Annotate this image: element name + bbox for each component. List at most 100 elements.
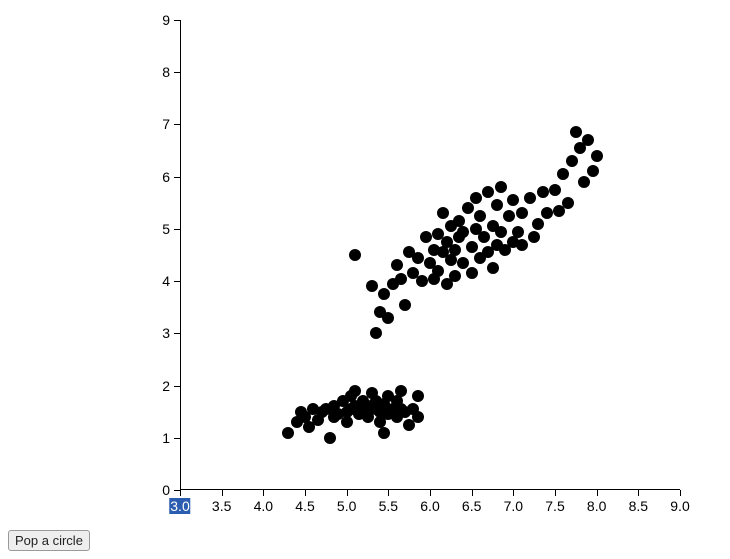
scatter-point[interactable] (549, 184, 561, 196)
scatter-point[interactable] (537, 186, 549, 198)
scatter-point[interactable] (412, 411, 424, 423)
x-tick (680, 490, 681, 496)
scatter-point[interactable] (566, 155, 578, 167)
x-tick (180, 490, 181, 496)
scatter-point[interactable] (487, 262, 499, 274)
scatter-point[interactable] (391, 259, 403, 271)
y-tick-label: 3 (162, 325, 170, 341)
y-tick-label: 5 (162, 221, 170, 237)
scatter-point[interactable] (466, 267, 478, 279)
y-tick-label: 2 (162, 378, 170, 394)
scatter-point[interactable] (466, 241, 478, 253)
y-tick (174, 333, 180, 334)
x-tick (222, 490, 223, 496)
x-tick (388, 490, 389, 496)
scatter-point[interactable] (512, 226, 524, 238)
scatter-point[interactable] (503, 210, 515, 222)
x-tick (513, 490, 514, 496)
scatter-point[interactable] (495, 226, 507, 238)
x-tick-label: 3.0 (169, 498, 190, 514)
scatter-point[interactable] (395, 385, 407, 397)
y-tick (174, 124, 180, 125)
scatter-point[interactable] (445, 254, 457, 266)
x-tick (430, 490, 431, 496)
scatter-point[interactable] (570, 126, 582, 138)
scatter-point[interactable] (420, 231, 432, 243)
y-tick (174, 229, 180, 230)
scatter-point[interactable] (528, 231, 540, 243)
x-tick-label: 8.5 (629, 498, 648, 514)
plot-area: 01234567893.03.54.04.55.05.56.06.57.07.5… (180, 20, 680, 490)
scatter-point[interactable] (437, 207, 449, 219)
x-tick-label: 4.5 (295, 498, 314, 514)
scatter-point[interactable] (395, 273, 407, 285)
scatter-point[interactable] (516, 239, 528, 251)
x-tick-label: 6.0 (420, 498, 439, 514)
scatter-point[interactable] (449, 270, 461, 282)
scatter-point[interactable] (462, 202, 474, 214)
scatter-point[interactable] (449, 244, 461, 256)
x-tick (305, 490, 306, 496)
y-tick-label: 1 (162, 430, 170, 446)
scatter-point[interactable] (516, 207, 528, 219)
scatter-point[interactable] (495, 181, 507, 193)
scatter-point[interactable] (366, 280, 378, 292)
y-tick-label: 4 (162, 273, 170, 289)
x-tick (263, 490, 264, 496)
scatter-point[interactable] (416, 275, 428, 287)
scatter-point[interactable] (578, 176, 590, 188)
scatter-point[interactable] (412, 390, 424, 402)
y-tick-label: 6 (162, 169, 170, 185)
scatter-point[interactable] (562, 197, 574, 209)
y-tick-label: 8 (162, 64, 170, 80)
scatter-point[interactable] (432, 265, 444, 277)
x-tick (638, 490, 639, 496)
x-tick-label: 6.5 (462, 498, 481, 514)
scatter-point[interactable] (457, 257, 469, 269)
x-tick-label: 8.0 (587, 498, 606, 514)
scatter-point[interactable] (382, 312, 394, 324)
x-tick (472, 490, 473, 496)
scatter-point[interactable] (282, 427, 294, 439)
x-tick (555, 490, 556, 496)
scatter-point[interactable] (324, 432, 336, 444)
scatter-point[interactable] (399, 299, 411, 311)
y-tick-label: 9 (162, 12, 170, 28)
scatter-point[interactable] (482, 186, 494, 198)
x-tick-label: 3.5 (212, 498, 231, 514)
x-tick-label: 7.5 (545, 498, 564, 514)
scatter-point[interactable] (591, 150, 603, 162)
scatter-point[interactable] (412, 252, 424, 264)
scatter-point[interactable] (474, 210, 486, 222)
y-tick (174, 72, 180, 73)
x-tick-label: 4.0 (254, 498, 273, 514)
x-tick-label: 9.0 (670, 498, 689, 514)
y-tick (174, 281, 180, 282)
x-tick-label: 7.0 (504, 498, 523, 514)
scatter-point[interactable] (587, 165, 599, 177)
scatter-point[interactable] (478, 231, 490, 243)
y-tick (174, 20, 180, 21)
y-tick (174, 438, 180, 439)
scatter-point[interactable] (541, 207, 553, 219)
scatter-point[interactable] (378, 427, 390, 439)
scatter-point[interactable] (507, 194, 519, 206)
scatter-point[interactable] (491, 199, 503, 211)
y-tick-label: 7 (162, 116, 170, 132)
scatter-chart: 01234567893.03.54.04.55.05.56.06.57.07.5… (140, 10, 700, 520)
scatter-point[interactable] (341, 416, 353, 428)
x-tick-label: 5.5 (379, 498, 398, 514)
y-tick (174, 177, 180, 178)
scatter-point[interactable] (378, 288, 390, 300)
scatter-point[interactable] (557, 168, 569, 180)
scatter-point[interactable] (470, 192, 482, 204)
scatter-point[interactable] (457, 226, 469, 238)
scatter-point[interactable] (370, 327, 382, 339)
scatter-point[interactable] (532, 218, 544, 230)
scatter-point[interactable] (349, 249, 361, 261)
y-tick-label: 0 (162, 482, 170, 498)
pop-circle-button[interactable]: Pop a circle (8, 530, 90, 551)
y-tick (174, 386, 180, 387)
scatter-point[interactable] (582, 134, 594, 146)
scatter-point[interactable] (524, 192, 536, 204)
